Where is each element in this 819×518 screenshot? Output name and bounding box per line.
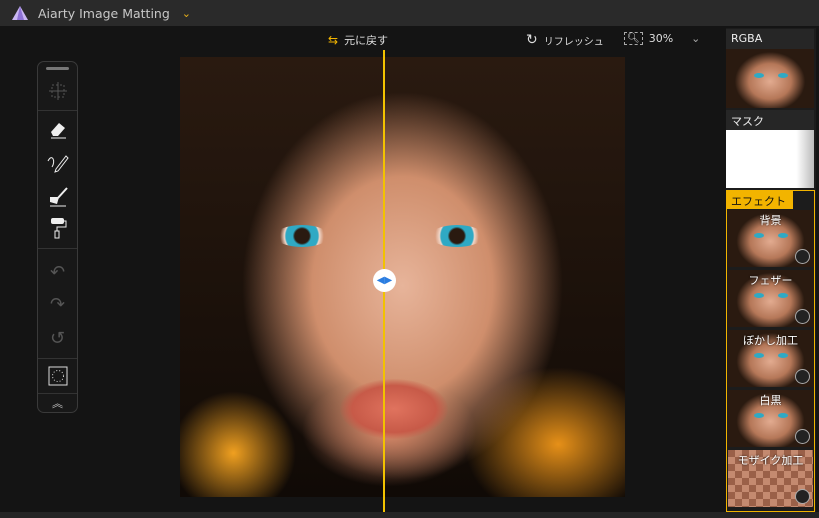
brush-tool[interactable] (38, 148, 77, 176)
roller-tool[interactable] (38, 214, 77, 242)
effect-item-feather[interactable]: フェザー (728, 270, 813, 327)
pencil-icon (47, 155, 69, 173)
zoom-icon: 🔍︎ (624, 32, 643, 45)
split-arrows-icon: ◀▶ (376, 275, 393, 286)
effect-item-monochrome[interactable]: 白黒 (728, 390, 813, 447)
effect-item-background[interactable]: 背景 (728, 210, 813, 267)
rgba-thumbnail[interactable] (726, 49, 814, 108)
rgba-label: RGBA (726, 29, 814, 49)
collapse-toolbar-button[interactable]: ︽ (38, 394, 77, 412)
lasso-select-tool[interactable] (38, 362, 77, 390)
chevron-down-icon[interactable]: ⌄ (691, 32, 700, 45)
refresh-label: リフレッシュ (543, 36, 604, 48)
undo-icon: ↶ (49, 261, 66, 283)
undo-compare-button[interactable]: ⇆ 元に戻す (328, 32, 388, 48)
tool-palette: ↶ ↷ ↺ ︽ (37, 61, 78, 413)
photo-eye-left (275, 225, 329, 247)
undo-button[interactable]: ↶ (38, 258, 77, 286)
swap-arrows-icon: ⇆ (328, 33, 339, 47)
effect-radio[interactable] (795, 489, 810, 504)
mask-label: マスク (726, 110, 814, 130)
transform-icon (48, 82, 67, 100)
reset-icon: ↺ (49, 327, 66, 349)
chevron-down-icon[interactable]: ⌄ (182, 7, 191, 20)
effects-panel: エフェクト 背景 フェザー ぼかし加工 白黒 モザイク加工 (726, 190, 815, 512)
restore-brush-tool[interactable] (38, 182, 77, 210)
eraser-tool[interactable] (38, 115, 77, 143)
transform-select-tool[interactable] (38, 77, 77, 105)
zoom-value: 30% (648, 32, 674, 45)
effect-radio[interactable] (795, 429, 810, 444)
bottom-bar (0, 512, 819, 518)
app-logo-icon (12, 6, 28, 20)
paint-brush-icon (49, 187, 68, 207)
effect-item-blur[interactable]: ぼかし加工 (728, 330, 813, 387)
app-title: Aiarty Image Matting (38, 5, 170, 21)
photo-lips (340, 379, 448, 439)
redo-button[interactable]: ↷ (38, 290, 77, 318)
top-toolbar: ⇆ 元に戻す ↻ リフレッシュ 🔍︎ 30% ⌄ (0, 28, 720, 52)
mask-thumbnail[interactable] (726, 130, 814, 188)
redo-icon: ↷ (49, 293, 66, 315)
image-canvas[interactable] (180, 57, 625, 497)
lasso-icon (48, 366, 67, 386)
effect-radio[interactable] (795, 369, 810, 384)
undo-label: 元に戻す (344, 34, 389, 47)
refresh-icon: ↻ (526, 32, 538, 48)
zoom-control[interactable]: 🔍︎ 30% ⌄ (624, 32, 700, 45)
effect-item-mosaic[interactable]: モザイク加工 (728, 450, 813, 507)
effect-radio[interactable] (795, 309, 810, 324)
double-chevron-up-icon: ︽ (52, 397, 63, 410)
paint-roller-icon (50, 218, 66, 239)
effect-radio[interactable] (795, 249, 810, 264)
effects-tab: エフェクト (727, 191, 793, 209)
compare-slider-handle[interactable]: ◀▶ (373, 269, 396, 292)
title-bar: Aiarty Image Matting ⌄ (0, 0, 819, 26)
reset-button[interactable]: ↺ (38, 324, 77, 352)
refresh-button[interactable]: ↻ リフレッシュ (526, 32, 604, 48)
drag-handle[interactable] (46, 67, 69, 70)
eraser-icon (50, 123, 66, 139)
photo-eye-right (430, 225, 484, 247)
